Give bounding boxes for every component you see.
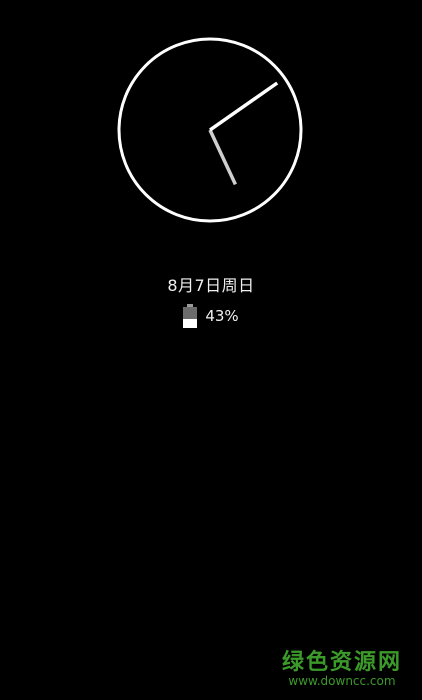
watermark: 绿色资源网 www.downcc.com xyxy=(282,644,402,688)
battery-icon xyxy=(183,304,198,328)
clock-face-svg xyxy=(117,37,303,223)
hour-hand xyxy=(208,129,237,186)
battery-status: 43% xyxy=(0,304,422,328)
battery-fill xyxy=(183,319,198,328)
minute-hand xyxy=(208,81,279,132)
watermark-title: 绿色资源网 xyxy=(281,650,402,675)
watermark-url: www.downcc.com xyxy=(288,674,396,688)
battery-percent: 43% xyxy=(205,307,239,325)
lockscreen-date: 8月7日周日 xyxy=(167,276,255,295)
analog-clock xyxy=(116,36,304,224)
